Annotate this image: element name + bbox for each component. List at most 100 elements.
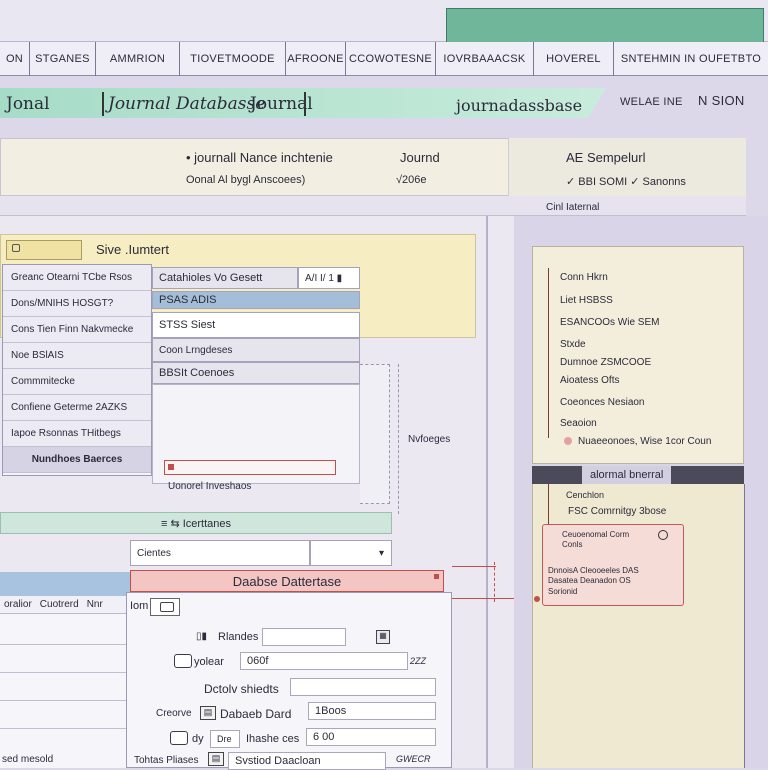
grid-icon[interactable]: ▦ xyxy=(376,630,390,644)
form-prefix-4: Creorve xyxy=(156,708,192,719)
list-item-selected[interactable]: Nundhoes Baerces xyxy=(3,447,151,473)
menu-item-ammrion[interactable]: AMMRION xyxy=(96,42,180,76)
row-divider xyxy=(0,644,126,645)
form-input-6[interactable]: Svstiod Daacloan xyxy=(228,752,386,770)
ribbon-title: Journal Databasse xyxy=(108,94,266,114)
menu-item-stganes[interactable]: STGANES xyxy=(30,42,96,76)
list-item[interactable]: Confiene Geterme 2AZKS xyxy=(3,395,151,421)
section-separator[interactable]: ≡ ⇆ Icerttanes xyxy=(0,512,392,534)
connector-line xyxy=(398,364,399,514)
right-edge-line xyxy=(744,484,745,768)
callout-body-3: Sorionid xyxy=(548,587,578,596)
column-divider xyxy=(486,216,488,768)
header-col2-title: Journd xyxy=(400,150,440,165)
lower-label-1: Cenchlon xyxy=(566,490,605,500)
tree-item[interactable]: Nuaeeonoes, Wise 1cor Coun xyxy=(578,436,711,447)
list-item[interactable]: Noe BSlAIS xyxy=(3,343,151,369)
menu-item-sntehmin[interactable]: SNTEHMIN IN OUFETBTO xyxy=(614,42,768,76)
form-label-1: Rlandes xyxy=(218,631,259,643)
menu-bar: ON STGANES AMMRION TIOVETMOODE AFROONE C… xyxy=(0,42,768,76)
form-badge-6: GWECR xyxy=(396,754,431,764)
field-bbsit[interactable]: BBSIt Coenoes xyxy=(152,362,360,384)
dropdown-button[interactable]: ▾ xyxy=(310,540,392,566)
tree-item[interactable]: Aioatess Ofts xyxy=(560,375,619,386)
left-table xyxy=(0,614,126,768)
expand-icon[interactable] xyxy=(12,244,20,252)
list-item[interactable]: Dons/MNIHS HOSGT? xyxy=(3,291,151,317)
dropdown-field[interactable]: Cientes xyxy=(130,540,310,566)
form-prefix-6: Tohtas Pliases xyxy=(134,755,199,766)
connector-dot xyxy=(534,596,540,602)
connector-bracket xyxy=(360,364,390,504)
row-divider xyxy=(0,672,126,673)
menu-item-ccowotesne[interactable]: CCOWOTESNE xyxy=(346,42,436,76)
database-title-bar: Daabse Dattertase xyxy=(130,570,444,592)
strip-label-2: Cuotrerd xyxy=(39,599,79,610)
highlight-field[interactable] xyxy=(164,460,336,475)
menu-item-tiovetmoode[interactable]: TIOVETMOODE xyxy=(180,42,286,76)
strip-label-3: Nnr xyxy=(86,599,103,610)
ribbon-divider-2 xyxy=(304,92,306,116)
form-input-5[interactable]: 6 00 xyxy=(306,728,436,746)
header-title: • journall Nance inchtenie xyxy=(186,150,333,165)
row-divider xyxy=(0,700,126,701)
form-icon xyxy=(160,602,174,612)
form-label-3: Dctolv shiedts xyxy=(204,682,279,696)
tree-item[interactable]: Conn Hkrn xyxy=(560,272,608,283)
callout-body-1: DnnoisA Cleooeeles DAS xyxy=(548,566,639,575)
strip-label: Cinl Iaternal xyxy=(546,202,600,213)
form-title: Iom xyxy=(130,600,149,612)
callout-title: Ceuoenomal Corm xyxy=(562,530,630,539)
callout-sub: Conls xyxy=(562,540,583,549)
tree-item[interactable]: Seaoion xyxy=(560,418,597,429)
navigation-list: Greanc Otearni TCbe Rsos Dons/MNIHS HOSG… xyxy=(2,264,152,476)
database-icon xyxy=(174,654,192,668)
field-psas[interactable]: PSAS ADIS xyxy=(152,291,360,309)
ribbon-right-label: journadassbase xyxy=(456,96,583,115)
tree-item[interactable]: ESANCOOs Wie SEM xyxy=(560,317,659,328)
tree-item[interactable]: Coeonces Nesiaon xyxy=(560,397,645,408)
menu-item-iovrbaaacsk[interactable]: IOVRBAAACSK xyxy=(436,42,534,76)
list-item[interactable]: Iapoe Rsonnas THitbegs xyxy=(3,421,151,447)
tree-item[interactable]: Dumnoe ZSMCOOE xyxy=(560,357,651,368)
info-icon[interactable] xyxy=(658,530,668,540)
header-col3-title: AE Sempelurl xyxy=(566,150,646,165)
yellow-panel-title: Sive .Iumtert xyxy=(96,242,169,257)
menu-item-afroone[interactable]: AFROONE xyxy=(286,42,346,76)
form-input-4[interactable]: 1Boos xyxy=(308,702,436,720)
chevron-down-icon: ▾ xyxy=(379,547,385,559)
cylinder-icon xyxy=(170,731,188,745)
form-input-3[interactable] xyxy=(290,678,436,696)
section-header-label: alormal bnerral xyxy=(582,466,672,484)
tree-line xyxy=(548,268,549,438)
list-icon: ▤ xyxy=(208,752,224,766)
form-input-1[interactable] xyxy=(262,628,346,646)
highlight-caption: Uonorel Inveshaos xyxy=(168,481,252,492)
menu-item-hoverel[interactable]: HOVEREL xyxy=(534,42,614,76)
list-item[interactable]: Cons Tien Finn Nakvmecke xyxy=(3,317,151,343)
row-divider xyxy=(0,728,126,729)
field-catalogues[interactable]: Catahioles Vo Gesett xyxy=(152,267,298,289)
close-dot-icon[interactable] xyxy=(434,574,439,579)
record-icon xyxy=(168,464,174,470)
ribbon-small-2[interactable]: N SION xyxy=(698,93,745,108)
strip-label-1: oralior xyxy=(4,599,32,610)
menu-item-on[interactable]: ON xyxy=(0,42,30,76)
list-item[interactable]: Commmitecke xyxy=(3,369,151,395)
callout-body-2: Dasatea Deanadon OS xyxy=(548,576,631,585)
ribbon-left-label: Jonal xyxy=(6,94,50,114)
form-prefix-5[interactable]: Dre xyxy=(210,730,240,748)
form-input-2[interactable]: 060f xyxy=(240,652,408,670)
form-check-label: dy xyxy=(192,733,204,745)
tree-item[interactable]: Liet HSBSS xyxy=(560,295,613,306)
table-icon: ▤ xyxy=(200,706,216,720)
tree-item[interactable]: Stxde xyxy=(560,339,586,350)
blue-bar xyxy=(0,572,130,596)
active-window-tab[interactable] xyxy=(446,8,764,42)
ribbon-small-1[interactable]: WELAE INE xyxy=(620,96,683,108)
field-badge[interactable]: A/I I/ 1 ▮ xyxy=(298,267,360,289)
field-stss[interactable]: STSS Siest xyxy=(152,312,360,338)
status-dot-icon xyxy=(564,437,572,445)
field-coon[interactable]: Coon Lrngdeses xyxy=(152,338,360,362)
list-item[interactable]: Greanc Otearni TCbe Rsos xyxy=(3,265,151,291)
